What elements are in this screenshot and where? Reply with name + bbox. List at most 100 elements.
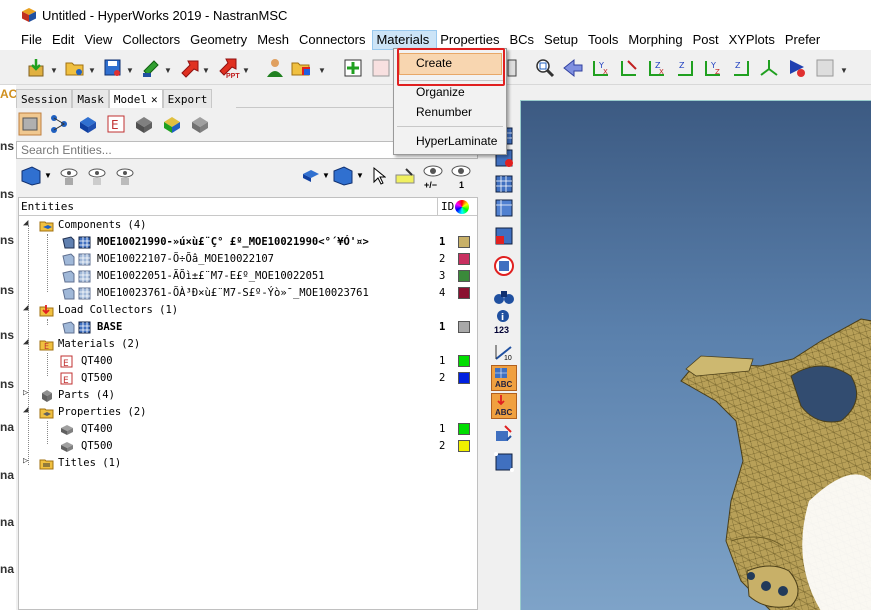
menu-geometry[interactable]: Geometry (187, 30, 254, 50)
table-row[interactable]: MOE10021990-»ú×ù£¨Ç° £º_MOE10021990<°´¥Ó… (19, 234, 477, 251)
part-view-icon[interactable] (76, 112, 100, 136)
color-swatch[interactable] (458, 355, 470, 367)
material-view-icon[interactable]: E (104, 112, 128, 136)
show-eye-icon[interactable] (58, 165, 80, 187)
save-model-icon[interactable] (102, 57, 124, 79)
color-swatch[interactable] (458, 270, 470, 282)
dropdown-arrow-icon[interactable]: ▼ (840, 66, 848, 75)
column-header-entities[interactable]: Entities (21, 200, 74, 213)
import-geometry-icon[interactable] (140, 57, 162, 79)
tab-session[interactable]: Session (16, 89, 73, 108)
show-one-icon[interactable] (450, 163, 472, 179)
property-view-icon[interactable] (132, 112, 156, 136)
menu-xyplots[interactable]: XYPlots (726, 30, 782, 50)
dropdown-arrow-icon[interactable]: ▼ (202, 66, 210, 75)
hide-eye-icon[interactable] (86, 165, 108, 187)
menu-item-hyperlaminate[interactable]: HyperLaminate (416, 134, 497, 148)
view-yz-icon[interactable]: YZ (702, 57, 724, 79)
mesh-shaded-icon[interactable] (493, 197, 515, 219)
element-filter-icon[interactable] (302, 169, 320, 183)
menu-file[interactable]: File (18, 30, 49, 50)
tree-group-materials[interactable]: ◢ E Materials (2) (19, 336, 477, 353)
normals-icon[interactable] (493, 423, 515, 445)
tree-group-parts[interactable]: ▷ Parts (4) (19, 387, 477, 404)
table-row[interactable]: MOE10022051-ÃÕì±£¨M7-Ε£º_MOE10022051 3 (19, 268, 477, 285)
color-swatch[interactable] (458, 287, 470, 299)
view-xy-bottom-icon[interactable] (618, 57, 640, 79)
dropdown-arrow-icon[interactable]: ▼ (50, 66, 58, 75)
previous-view-icon[interactable] (562, 57, 584, 79)
mesh-grid-icon[interactable] (493, 173, 515, 195)
menu-item-organize[interactable]: Organize (416, 85, 465, 99)
collapse-arrow-icon[interactable]: ◢ (23, 337, 28, 347)
assembly-view-icon[interactable] (160, 112, 184, 136)
menu-bcs[interactable]: BCs (506, 30, 541, 50)
menu-collectors[interactable]: Collectors (119, 30, 187, 50)
menu-preferences[interactable]: Prefer (782, 30, 827, 50)
open-folder-icon[interactable] (64, 57, 86, 79)
dropdown-arrow-icon[interactable]: ▼ (242, 66, 250, 75)
tab-model[interactable]: Model ✕ (108, 89, 163, 108)
menu-morphing[interactable]: Morphing (625, 30, 689, 50)
zoom-window-icon[interactable] (534, 57, 556, 79)
table-row[interactable]: E QT400 1 (19, 353, 477, 370)
element-quality-icon[interactable] (493, 225, 515, 247)
info-icon[interactable]: i (496, 309, 510, 323)
element-label-abc-button[interactable]: ABC (491, 365, 517, 391)
include-view-icon[interactable] (188, 112, 212, 136)
menu-connectors[interactable]: Connectors (296, 30, 372, 50)
color-swatch[interactable] (458, 423, 470, 435)
view-xy-top-icon[interactable]: YX (590, 57, 612, 79)
view-xz-reverse-icon[interactable]: Z (674, 57, 696, 79)
menu-edit[interactable]: Edit (49, 30, 81, 50)
view-flag-icon[interactable] (786, 57, 808, 79)
menu-mesh[interactable]: Mesh (254, 30, 296, 50)
view-yz-reverse-icon[interactable]: Z (730, 57, 752, 79)
binoculars-icon[interactable] (493, 285, 515, 307)
delete-entity-icon[interactable] (370, 57, 392, 79)
tree-group-properties[interactable]: ◢ Properties (2) (19, 404, 477, 421)
color-model-icon[interactable] (290, 57, 312, 79)
table-row[interactable]: E QT500 2 (19, 370, 477, 387)
tab-export[interactable]: Export (162, 89, 213, 108)
menu-setup[interactable]: Setup (541, 30, 585, 50)
tab-mask[interactable]: Mask (72, 89, 109, 108)
bounding-box-icon[interactable] (493, 451, 515, 473)
menu-properties[interactable]: Properties (437, 30, 506, 50)
free-edges-icon[interactable] (493, 255, 515, 277)
column-header-id[interactable]: ID (437, 198, 454, 215)
dropdown-arrow-icon[interactable]: ▼ (164, 66, 172, 75)
collapse-arrow-icon[interactable]: ◢ (23, 218, 28, 228)
tree-group-load-collectors[interactable]: ◢ Load Collectors (1) (19, 302, 477, 319)
graphics-viewport[interactable] (520, 100, 871, 610)
menu-item-renumber[interactable]: Renumber (416, 105, 472, 119)
show-hide-toggle-icon[interactable] (422, 163, 444, 179)
menu-post[interactable]: Post (690, 30, 726, 50)
color-swatch[interactable] (458, 372, 470, 384)
table-row[interactable]: QT500 2 (19, 438, 477, 455)
menu-view[interactable]: View (81, 30, 119, 50)
color-swatch[interactable] (458, 440, 470, 452)
table-row[interactable]: QT400 1 (19, 421, 477, 438)
color-swatch[interactable] (458, 321, 470, 333)
table-row[interactable]: BASE 1 (19, 319, 477, 336)
component-view-icon[interactable] (18, 112, 42, 136)
close-icon[interactable]: ✕ (151, 93, 158, 106)
dropdown-arrow-icon[interactable]: ▼ (318, 66, 326, 75)
tree-group-titles[interactable]: ▷ Titles (1) (19, 455, 477, 472)
menu-materials[interactable]: Materials (372, 30, 438, 50)
view-iso-icon[interactable] (758, 57, 780, 79)
highlight-tool-icon[interactable] (394, 167, 416, 185)
component-filter-icon[interactable] (20, 165, 42, 187)
expand-arrow-icon[interactable]: ▷ (23, 456, 28, 466)
export-solver-icon[interactable] (178, 57, 200, 79)
table-row[interactable]: MOE10023761-ÕÀ³Ð×ù£¨M7-S£º-Ýò»¯_MOE10023… (19, 285, 477, 302)
tree-group-components[interactable]: ◢ Components (4) (19, 217, 477, 234)
select-cursor-icon[interactable] (372, 166, 386, 186)
panel-toggle-icon[interactable] (505, 57, 527, 79)
hierarchy-view-icon[interactable] (48, 112, 72, 136)
id-numbers-label[interactable]: 123 (494, 325, 509, 335)
add-entity-icon[interactable] (342, 57, 364, 79)
import-model-icon[interactable] (26, 57, 48, 79)
dropdown-arrow-icon[interactable]: ▼ (126, 66, 134, 75)
